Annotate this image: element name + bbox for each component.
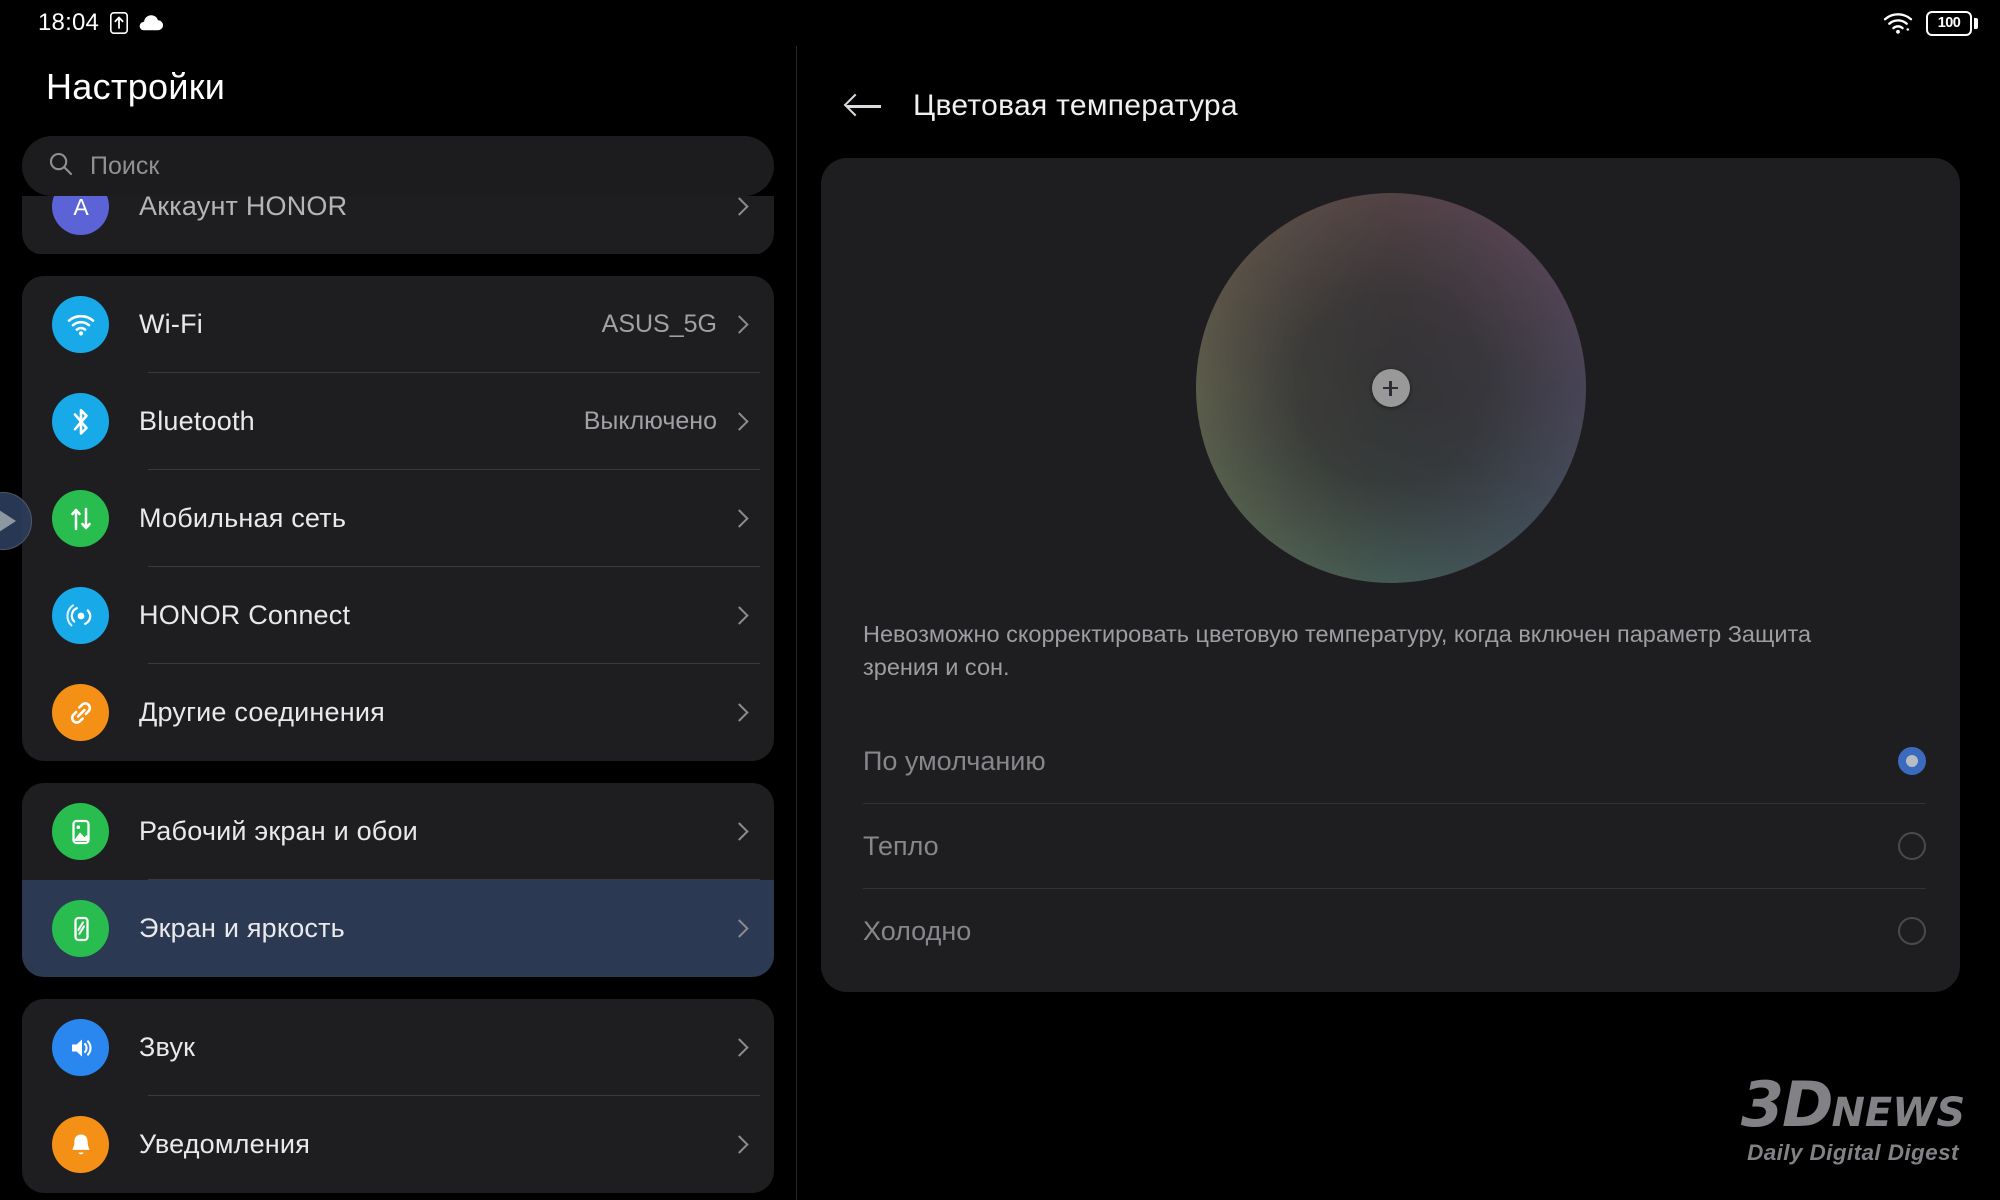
status-bar-right: 100 bbox=[1882, 10, 1978, 36]
chevron-right-icon bbox=[730, 509, 749, 528]
chevron-right-icon bbox=[730, 315, 749, 334]
sidebar-item-value: ASUS_5G bbox=[601, 310, 717, 338]
wifi-icon bbox=[52, 296, 109, 353]
link-icon bbox=[52, 684, 109, 741]
sidebar-item-notifications[interactable]: Уведомления bbox=[22, 1096, 774, 1193]
watermark-tagline: Daily Digital Digest bbox=[1747, 1139, 1959, 1165]
brightness-icon bbox=[52, 900, 109, 957]
chevron-right-icon bbox=[730, 919, 749, 938]
status-clock: 18:04 bbox=[38, 9, 100, 36]
search-input[interactable]: Поиск bbox=[22, 136, 774, 196]
watermark: 3DNEWS Daily Digital Digest bbox=[1728, 1073, 1978, 1165]
volume-icon bbox=[52, 1019, 109, 1076]
back-arrow-icon[interactable] bbox=[843, 91, 883, 121]
color-temperature-panel: Цветовая температура Невозможно скоррект… bbox=[797, 46, 2000, 1200]
chevron-right-icon bbox=[730, 197, 749, 216]
radio-cool[interactable] bbox=[1898, 917, 1926, 946]
chevron-right-icon bbox=[730, 703, 749, 722]
avatar-icon: A bbox=[52, 196, 109, 235]
search-icon bbox=[48, 151, 74, 182]
radio-default[interactable] bbox=[1898, 747, 1926, 776]
page-title: Настройки bbox=[46, 66, 226, 107]
chevron-right-icon bbox=[730, 1038, 749, 1057]
sidebar-item-sound[interactable]: Звук bbox=[22, 999, 774, 1096]
option-row-default[interactable]: По умолчанию bbox=[821, 719, 1960, 804]
option-row-warm[interactable]: Тепло bbox=[821, 804, 1960, 889]
search-placeholder: Поиск bbox=[90, 151, 160, 180]
bluetooth-icon bbox=[52, 393, 109, 450]
sidebar-item-label: Мобильная сеть bbox=[139, 503, 347, 533]
svg-text:A: A bbox=[73, 196, 89, 220]
sidebar-item-home-screen-wallpaper[interactable]: Рабочий экран и обои bbox=[22, 783, 774, 880]
watermark-logo-news: NEWS bbox=[1831, 1089, 1966, 1136]
watermark-logo-3d: 3D bbox=[1740, 1067, 1834, 1141]
sidebar-item-other-connections[interactable]: Другие соединения bbox=[22, 664, 774, 761]
panel-header: Цветовая температура bbox=[797, 46, 2000, 138]
settings-group-connectivity: Wi-Fi ASUS_5G Bluetooth Выключено Мобиль… bbox=[22, 276, 774, 761]
sidebar-item-label: HONOR Connect bbox=[139, 600, 351, 630]
account-group-clip: A Аккаунт HONOR bbox=[22, 196, 774, 254]
battery-icon: 100 bbox=[1926, 10, 1978, 36]
radio-warm[interactable] bbox=[1898, 832, 1926, 861]
sidebar-item-bluetooth[interactable]: Bluetooth Выключено bbox=[22, 373, 774, 470]
color-wheel-area bbox=[821, 158, 1960, 618]
sidebar-item-mobile-network[interactable]: Мобильная сеть bbox=[22, 470, 774, 567]
warning-message: Невозможно скорректировать цветовую темп… bbox=[863, 621, 1812, 681]
mobile-network-icon bbox=[52, 490, 109, 547]
option-label: По умолчанию bbox=[863, 745, 1046, 776]
chevron-right-icon bbox=[730, 412, 749, 431]
sidebar-item-value: Выключено bbox=[583, 407, 717, 435]
sidebar-item-label: Bluetooth bbox=[139, 406, 255, 436]
play-arrow-icon bbox=[0, 510, 16, 532]
sidebar-item-label: Экран и яркость bbox=[139, 913, 345, 943]
wifi-icon bbox=[1882, 11, 1914, 35]
option-row-cool[interactable]: Холодно bbox=[821, 889, 1960, 974]
battery-level-label: 100 bbox=[1937, 14, 1961, 31]
option-label: Тепло bbox=[863, 830, 939, 861]
settings-group-display: Рабочий экран и обои Экран и яркость bbox=[22, 783, 774, 977]
panel-title: Цветовая температура bbox=[913, 89, 1238, 122]
sidebar-item-label: Звук bbox=[139, 1032, 196, 1062]
status-bar: 18:04 100 bbox=[0, 0, 2000, 46]
sidebar-item-label: Wi-Fi bbox=[139, 309, 203, 339]
sidebar-item-label: Рабочий экран и обои bbox=[139, 816, 418, 846]
upload-indicator-icon bbox=[110, 12, 129, 34]
settings-group-account: A Аккаунт HONOR bbox=[22, 196, 774, 254]
sidebar-item-honor-connect[interactable]: HONOR Connect bbox=[22, 567, 774, 664]
sidebar-item-label: Другие соединения bbox=[139, 697, 385, 727]
chevron-right-icon bbox=[730, 1135, 749, 1154]
watermark-logo: 3DNEWS bbox=[1728, 1073, 1978, 1136]
sidebar-item-display-brightness[interactable]: Экран и яркость bbox=[22, 880, 774, 977]
honor-connect-icon bbox=[52, 587, 109, 644]
sidebar-item-honor-account[interactable]: A Аккаунт HONOR bbox=[22, 196, 774, 254]
option-label: Холодно bbox=[863, 915, 972, 946]
sidebar-item-label: Аккаунт HONOR bbox=[139, 196, 348, 221]
color-temperature-options: По умолчанию Тепло Холодно bbox=[821, 719, 1960, 974]
chevron-right-icon bbox=[730, 822, 749, 841]
color-wheel[interactable] bbox=[1195, 193, 1586, 583]
plus-crosshair-icon[interactable] bbox=[1371, 369, 1410, 407]
bell-icon bbox=[52, 1116, 109, 1173]
chevron-right-icon bbox=[730, 606, 749, 625]
settings-group-sound: Звук Уведомления bbox=[22, 999, 774, 1193]
wallpaper-icon bbox=[52, 803, 109, 860]
panel-card: Невозможно скорректировать цветовую темп… bbox=[821, 158, 1960, 992]
settings-sidebar[interactable]: Настройки Поиск A Аккаунт HONOR Wi-Fi AS… bbox=[0, 46, 796, 1200]
sidebar-item-wifi[interactable]: Wi-Fi ASUS_5G bbox=[22, 276, 774, 373]
cloud-icon bbox=[139, 14, 164, 32]
status-bar-left: 18:04 bbox=[38, 9, 164, 37]
sidebar-item-label: Уведомления bbox=[139, 1129, 311, 1159]
